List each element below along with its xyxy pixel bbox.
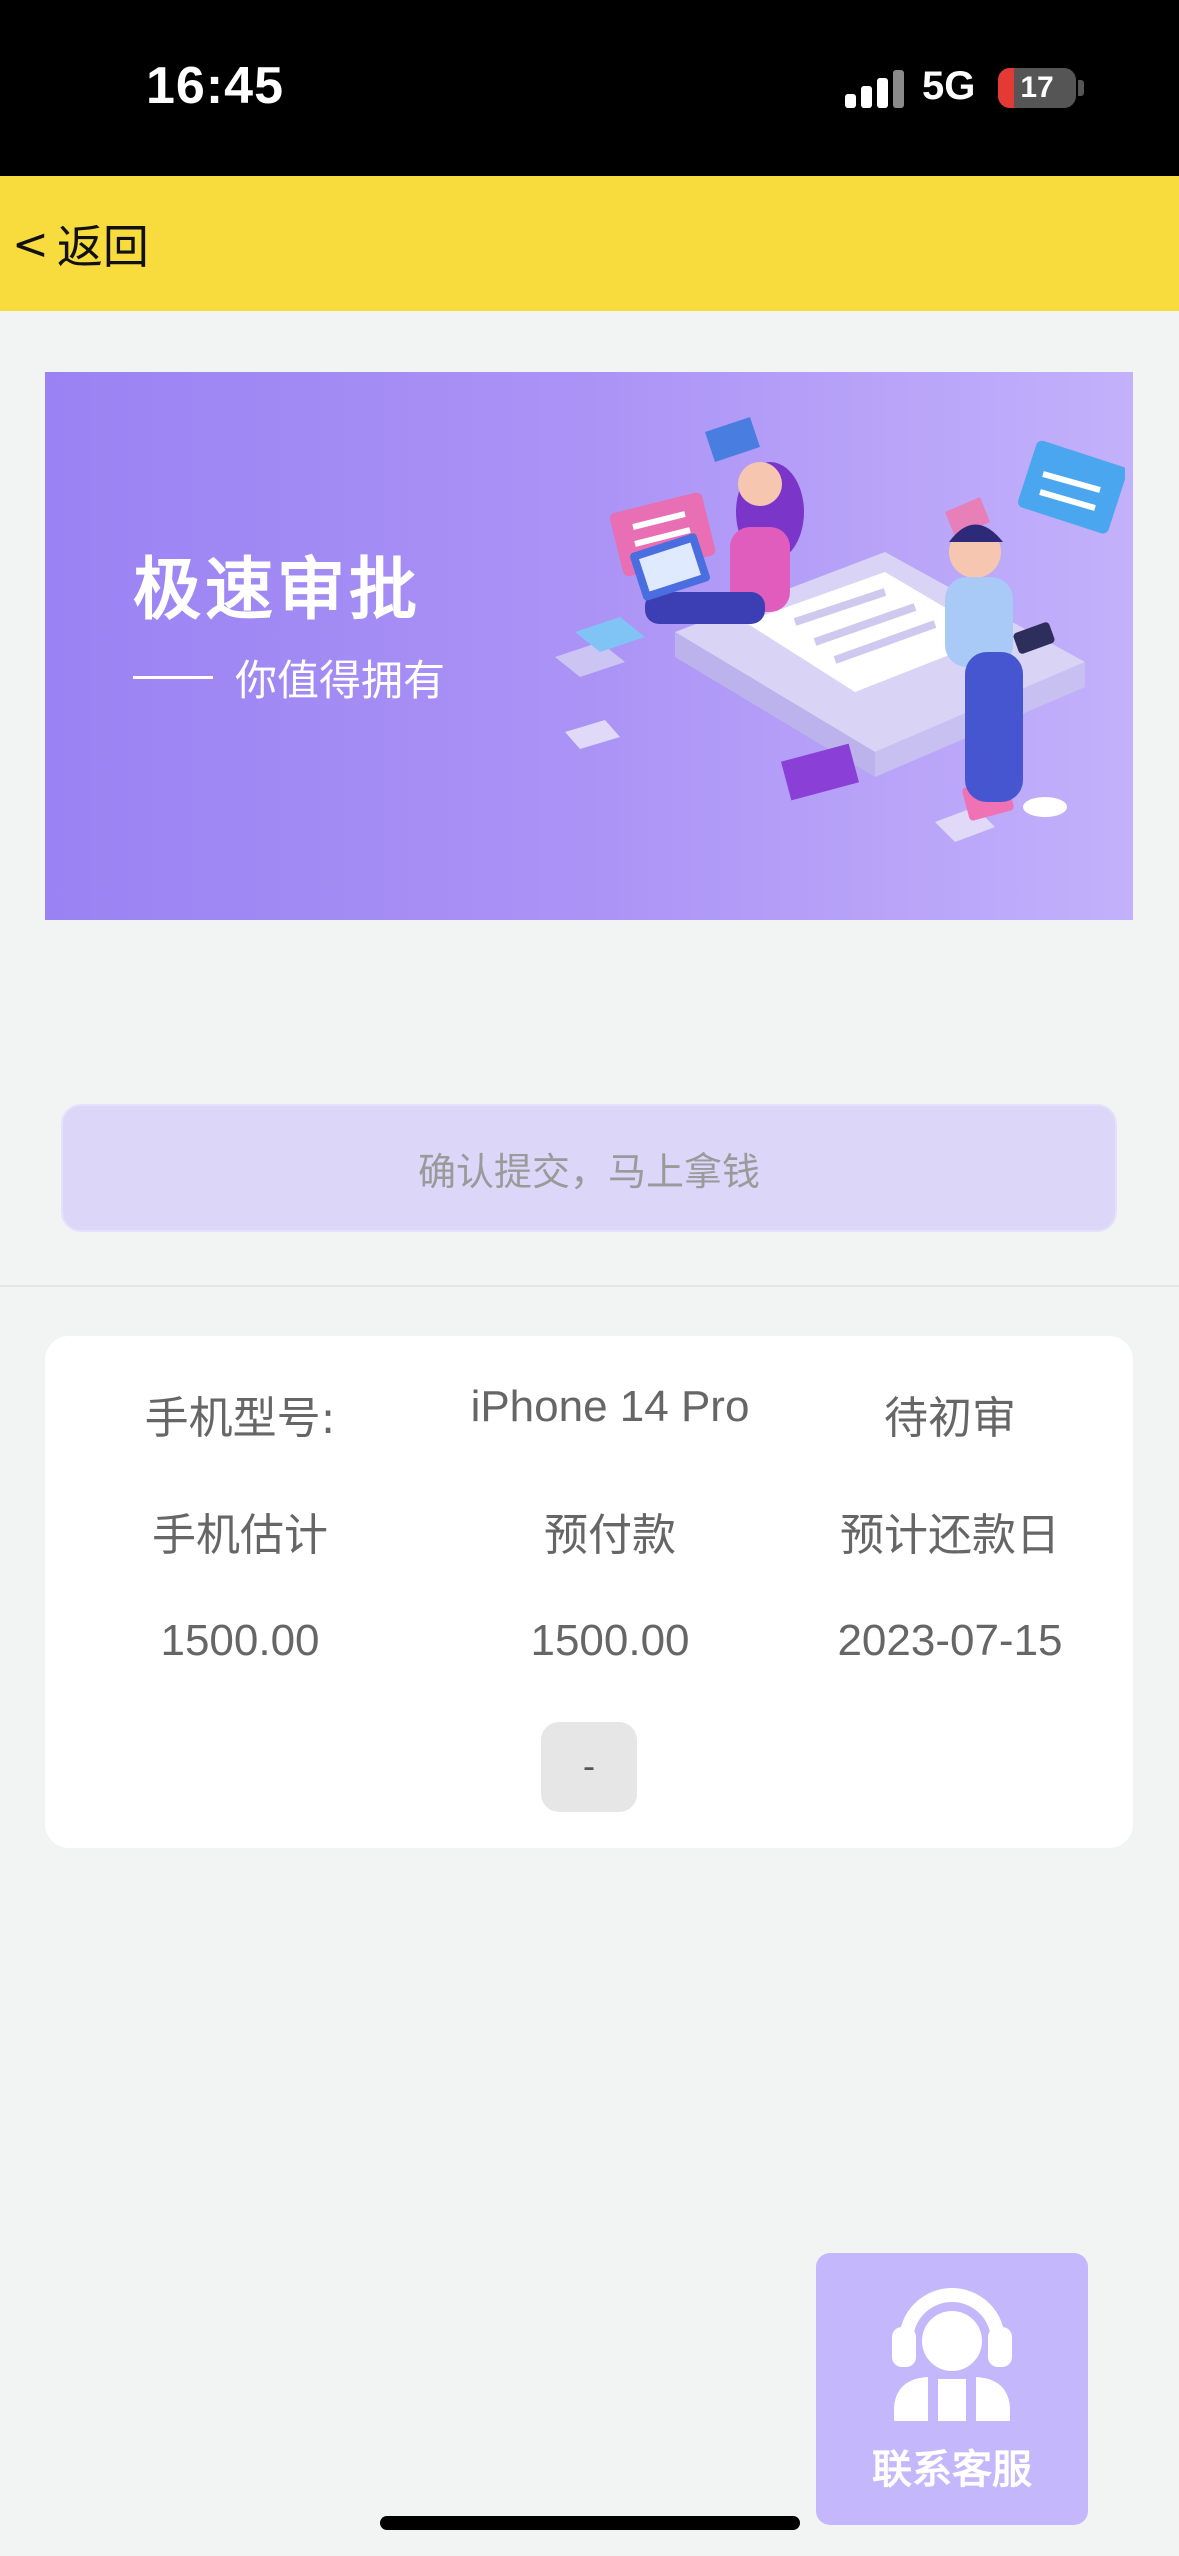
repayment-date-value: 2023-07-15	[837, 1616, 1063, 1665]
banner-subtitle: 你值得拥有	[235, 656, 446, 705]
home-indicator	[380, 2516, 800, 2530]
boy-legs	[965, 652, 1023, 802]
detail-button[interactable]: -	[541, 1722, 637, 1812]
subtitle-dash	[133, 676, 213, 679]
battery-level: 17	[1020, 71, 1054, 104]
girl-legs	[645, 592, 765, 624]
contact-service-button[interactable]: 联系客服	[816, 2253, 1088, 2525]
envelope-blue	[705, 417, 760, 462]
banner-title: 极速审批	[133, 551, 422, 630]
network-type: 5G	[922, 64, 976, 108]
status-bar: 16:45 5G 17	[0, 0, 1179, 176]
status-time: 16:45	[146, 57, 284, 115]
girl-head	[738, 462, 782, 506]
prepayment-header: 预付款	[544, 1510, 676, 1561]
banner-subtitle-row: 你值得拥有	[133, 647, 445, 708]
battery-cap	[1078, 80, 1084, 96]
submit-button[interactable]: 确认提交，马上拿钱	[61, 1104, 1117, 1232]
headset-icon	[892, 2288, 1012, 2421]
phone-model-label: 手机型号:	[144, 1393, 336, 1444]
tag-purple	[781, 743, 859, 801]
back-button[interactable]: < 返回	[12, 214, 149, 275]
nav-bar: < 返回	[0, 176, 1179, 311]
estimate-header: 手机估计	[152, 1510, 328, 1561]
chat-bubble-blue	[1018, 440, 1125, 534]
review-status: 待初审	[884, 1393, 1016, 1444]
prepayment-value: 1500.00	[530, 1616, 690, 1665]
promo-banner: 极速审批 你值得拥有	[45, 372, 1133, 920]
order-info-card: 手机型号: iPhone 14 Pro 待初审 手机估计 预付款 预计还款日 1…	[45, 1336, 1133, 1848]
banner-illustration	[555, 417, 1125, 842]
signal-strength-icon	[845, 70, 905, 108]
section-divider	[0, 1285, 1179, 1287]
phone-model-value: iPhone 14 Pro	[470, 1382, 750, 1431]
back-label: 返回	[56, 220, 149, 274]
contact-service-label: 联系客服	[872, 2447, 1032, 2493]
chevron-left-icon: <	[12, 218, 49, 270]
battery-icon: 17	[998, 68, 1076, 108]
repayment-date-header: 预计还款日	[840, 1510, 1060, 1561]
estimate-value: 1500.00	[160, 1616, 320, 1665]
